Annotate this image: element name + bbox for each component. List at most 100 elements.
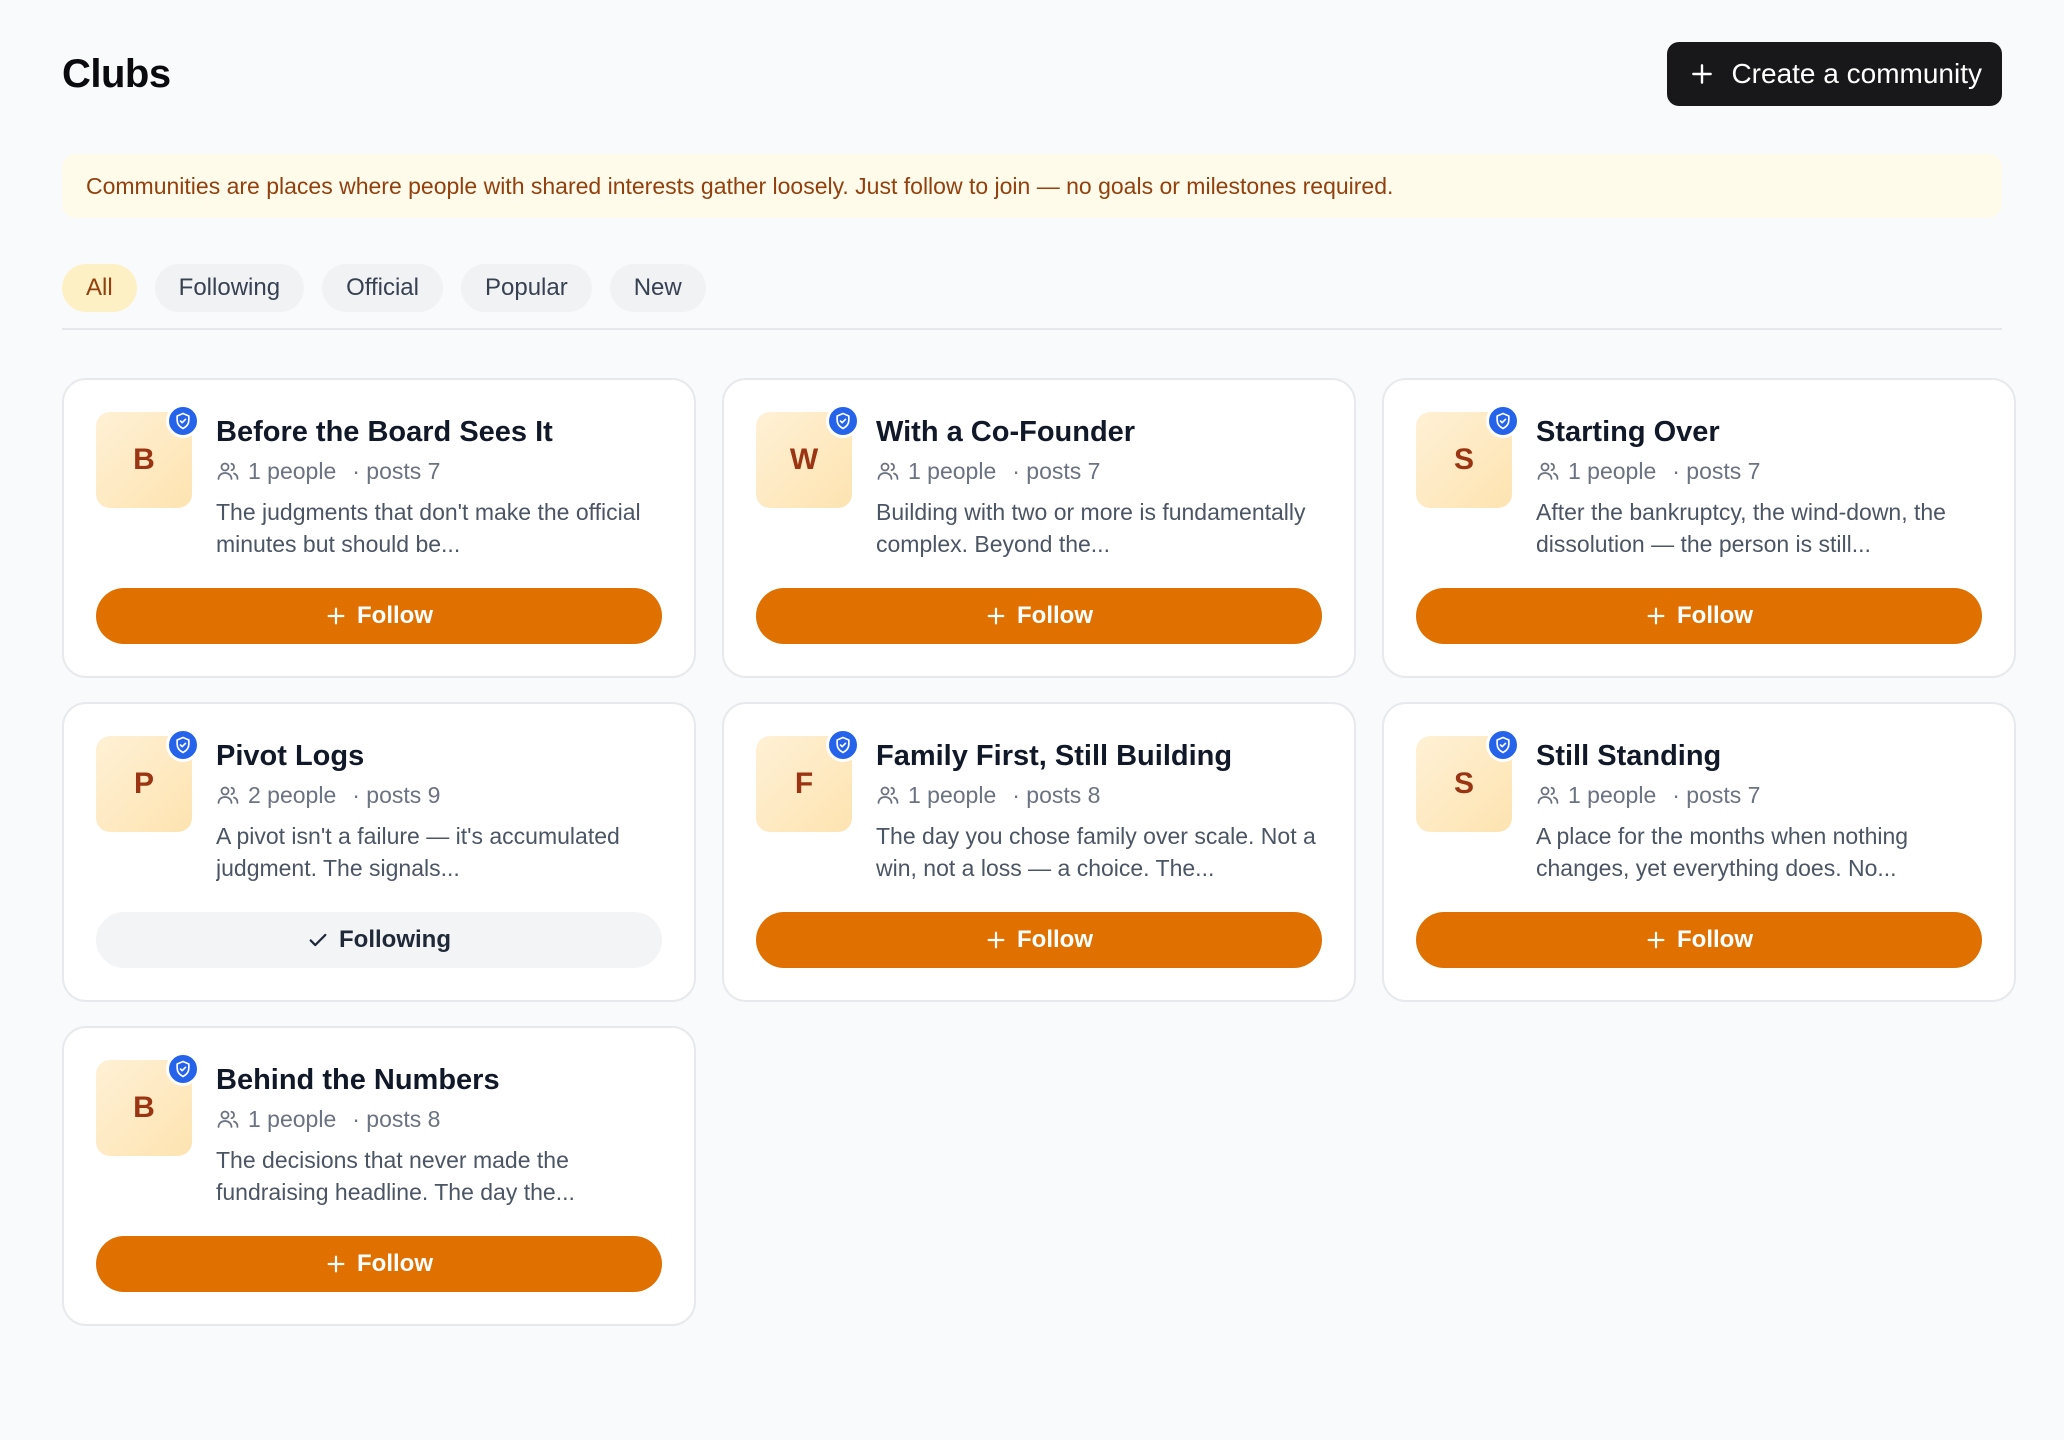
people-icon bbox=[1537, 786, 1559, 804]
member-count: 1 people bbox=[1568, 782, 1657, 808]
check-icon bbox=[309, 933, 327, 947]
filter-chip-official[interactable]: Official bbox=[322, 264, 443, 312]
club-description: The judgments that don't make the offici… bbox=[216, 499, 641, 557]
plus-icon bbox=[1647, 931, 1665, 949]
plus-icon bbox=[327, 607, 345, 625]
follow-button[interactable]: Follow bbox=[96, 1236, 662, 1292]
post-count: · posts 8 bbox=[352, 1106, 441, 1132]
shield-check-icon bbox=[836, 412, 850, 430]
club-name[interactable]: Still Standing bbox=[1536, 738, 1982, 774]
header: Clubs Create a community bbox=[62, 0, 2002, 106]
follow-label: Follow bbox=[1017, 926, 1093, 953]
club-card[interactable]: S Still Standing 1 people · posts 7 A place … bbox=[1382, 702, 2016, 1002]
club-card-header: P Pivot Logs 2 people · posts 9 A pivot isn'… bbox=[96, 728, 662, 884]
filter-chip-following[interactable]: Following bbox=[154, 264, 305, 312]
club-info: Family First, Still Building 1 people · po… bbox=[876, 736, 1322, 884]
club-card[interactable]: S Starting Over 1 people · posts 7 After the… bbox=[1382, 378, 2016, 678]
member-count: 1 people bbox=[248, 458, 337, 484]
club-meta: 1 people · posts 7 bbox=[1536, 780, 1982, 810]
clubs-grid: B Before the Board Sees It 1 people · posts… bbox=[62, 378, 2016, 1326]
follow-button[interactable]: Follow bbox=[1416, 912, 1982, 968]
post-count: · posts 8 bbox=[1012, 782, 1101, 808]
post-count: · posts 7 bbox=[1672, 782, 1761, 808]
club-card-header: B Before the Board Sees It 1 people · posts… bbox=[96, 404, 662, 560]
club-card-header: W With a Co-Founder 1 people · posts 7 Build… bbox=[756, 404, 1322, 560]
verified-badge bbox=[166, 1052, 200, 1086]
club-meta: 1 people · posts 7 bbox=[1536, 456, 1982, 486]
shield-check-icon bbox=[836, 736, 850, 754]
create-community-button[interactable]: Create a community bbox=[1667, 42, 2002, 106]
club-name[interactable]: Before the Board Sees It bbox=[216, 414, 662, 450]
member-count: 1 people bbox=[908, 458, 997, 484]
club-name[interactable]: Pivot Logs bbox=[216, 738, 662, 774]
verified-badge bbox=[166, 728, 200, 762]
shield-check-icon bbox=[176, 412, 190, 430]
club-info: Behind the Numbers 1 people · posts 8 The d… bbox=[216, 1060, 662, 1208]
following-label: Following bbox=[339, 926, 451, 953]
page-title: Clubs bbox=[62, 51, 171, 96]
filter-chip-popular[interactable]: Popular bbox=[460, 264, 592, 312]
club-avatar-wrap: B bbox=[96, 404, 200, 508]
filter-chip-all[interactable]: All bbox=[62, 264, 137, 312]
following-button[interactable]: Following bbox=[96, 912, 662, 968]
follow-label: Follow bbox=[1677, 602, 1753, 629]
club-avatar-wrap: B bbox=[96, 1052, 200, 1156]
club-meta: 1 people · posts 8 bbox=[876, 780, 1322, 810]
club-name[interactable]: Behind the Numbers bbox=[216, 1062, 662, 1098]
club-meta: 1 people · posts 8 bbox=[216, 1104, 662, 1134]
verified-badge bbox=[826, 404, 860, 438]
verified-badge bbox=[166, 404, 200, 438]
follow-button[interactable]: Follow bbox=[756, 912, 1322, 968]
club-description: The decisions that never made the fundra… bbox=[216, 1147, 575, 1205]
people-icon bbox=[217, 786, 239, 804]
follow-label: Follow bbox=[357, 602, 433, 629]
member-count: 1 people bbox=[248, 1106, 337, 1132]
post-count: · posts 7 bbox=[1012, 458, 1101, 484]
club-info: With a Co-Founder 1 people · posts 7 Buildi… bbox=[876, 412, 1322, 560]
plus-icon bbox=[1647, 607, 1665, 625]
verified-badge bbox=[826, 728, 860, 762]
club-card[interactable]: F Family First, Still Building 1 people · p… bbox=[722, 702, 1356, 1002]
club-card[interactable]: B Behind the Numbers 1 people · posts 8 The … bbox=[62, 1026, 696, 1326]
club-description: The day you chose family over scale. Not… bbox=[876, 823, 1316, 881]
filter-chip-new[interactable]: New bbox=[609, 264, 706, 312]
club-avatar-wrap: S bbox=[1416, 404, 1520, 508]
post-count: · posts 7 bbox=[1672, 458, 1761, 484]
club-card[interactable]: B Before the Board Sees It 1 people · posts… bbox=[62, 378, 696, 678]
follow-button[interactable]: Follow bbox=[756, 588, 1322, 644]
club-info: Still Standing 1 people · posts 7 A place f… bbox=[1536, 736, 1982, 884]
club-name[interactable]: Family First, Still Building bbox=[876, 738, 1322, 774]
people-icon bbox=[877, 786, 899, 804]
club-name[interactable]: Starting Over bbox=[1536, 414, 1982, 450]
shield-check-icon bbox=[1496, 412, 1510, 430]
club-card[interactable]: W With a Co-Founder 1 people · posts 7 Build… bbox=[722, 378, 1356, 678]
follow-button[interactable]: Follow bbox=[1416, 588, 1982, 644]
plus-icon bbox=[1692, 64, 1713, 84]
plus-icon bbox=[987, 607, 1005, 625]
member-count: 2 people bbox=[248, 782, 337, 808]
shield-check-icon bbox=[176, 1060, 190, 1078]
follow-button[interactable]: Follow bbox=[96, 588, 662, 644]
club-card-header: B Behind the Numbers 1 people · posts 8 The … bbox=[96, 1052, 662, 1208]
club-meta: 1 people · posts 7 bbox=[216, 456, 662, 486]
club-avatar-wrap: P bbox=[96, 728, 200, 832]
member-count: 1 people bbox=[1568, 458, 1657, 484]
shield-check-icon bbox=[1496, 736, 1510, 754]
clubs-page: Clubs Create a community Communities are… bbox=[0, 0, 2064, 1440]
club-card[interactable]: P Pivot Logs 2 people · posts 9 A pivot isn'… bbox=[62, 702, 696, 1002]
club-card-header: S Starting Over 1 people · posts 7 After the… bbox=[1416, 404, 1982, 560]
club-info: Before the Board Sees It 1 people · posts … bbox=[216, 412, 662, 560]
club-card-header: F Family First, Still Building 1 people · p… bbox=[756, 728, 1322, 884]
club-avatar-wrap: W bbox=[756, 404, 860, 508]
club-info: Starting Over 1 people · posts 7 After the … bbox=[1536, 412, 1982, 560]
follow-label: Follow bbox=[1017, 602, 1093, 629]
create-community-label: Create a community bbox=[1731, 58, 1982, 89]
club-card-header: S Still Standing 1 people · posts 7 A place … bbox=[1416, 728, 1982, 884]
club-description: Building with two or more is fundamental… bbox=[876, 499, 1306, 557]
info-notice: Communities are places where people with… bbox=[62, 154, 2002, 218]
filter-tabs: All Following Official Popular New bbox=[62, 264, 2002, 330]
club-description: A pivot isn't a failure — it's accumulat… bbox=[216, 823, 620, 881]
club-description: After the bankruptcy, the wind-down, the… bbox=[1536, 499, 1946, 557]
club-description: A place for the months when nothing chan… bbox=[1536, 823, 1909, 881]
club-name[interactable]: With a Co-Founder bbox=[876, 414, 1322, 450]
